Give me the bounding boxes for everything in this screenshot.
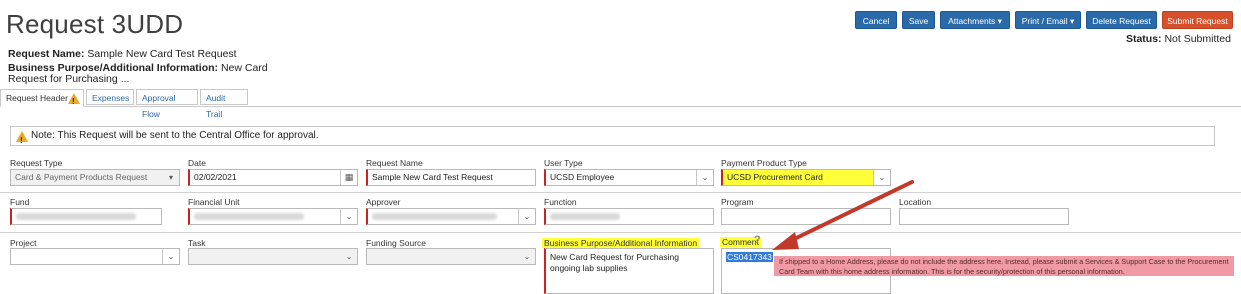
annotation-arrow-icon (772, 180, 914, 250)
